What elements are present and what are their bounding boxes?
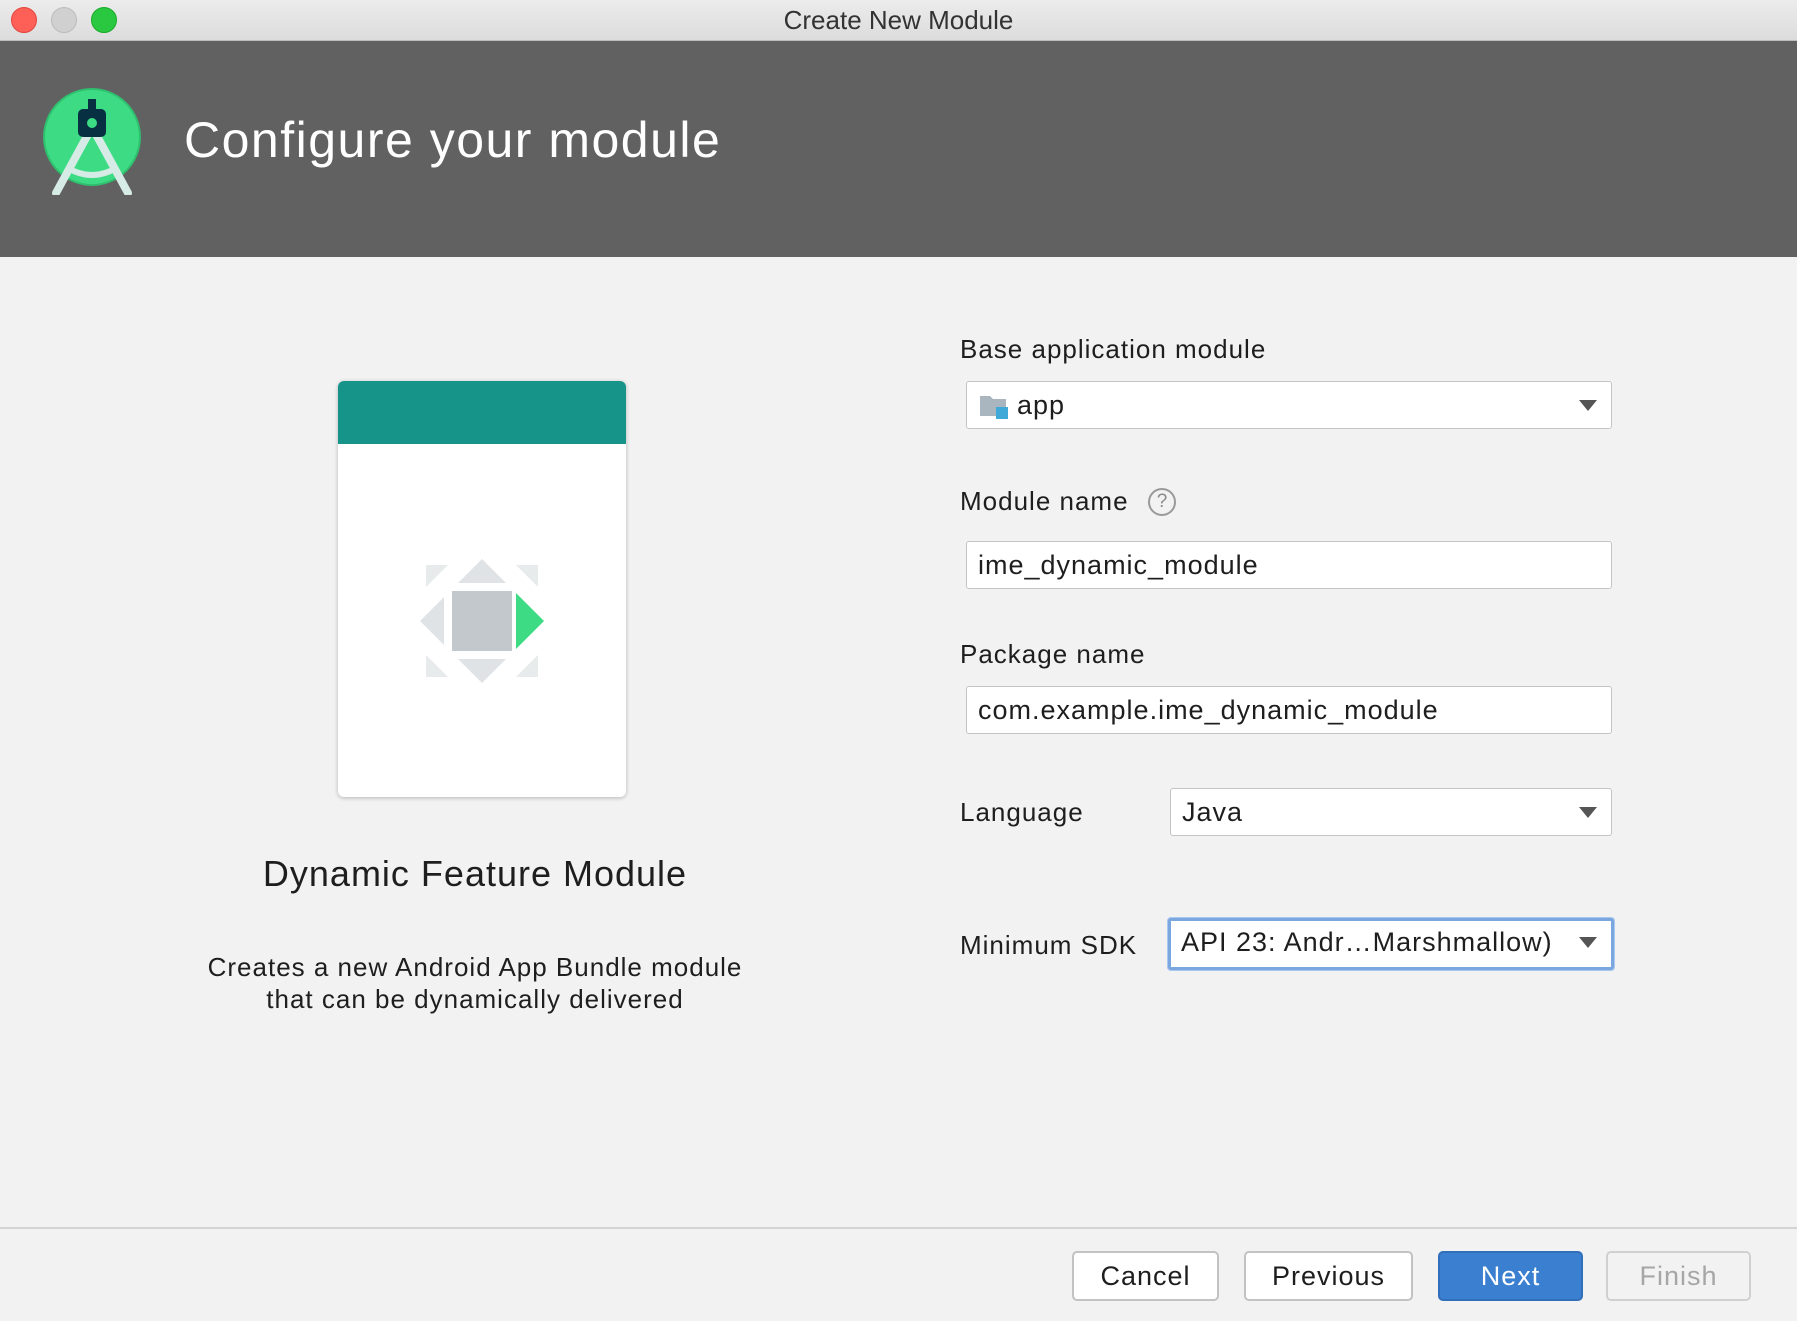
- footer-divider: [0, 1227, 1797, 1229]
- base-module-dropdown[interactable]: app: [966, 381, 1612, 429]
- module-name-label: Module name: [960, 486, 1129, 516]
- android-studio-logo-icon: [43, 88, 141, 195]
- chevron-down-icon: [1579, 400, 1597, 411]
- module-name-field[interactable]: ime_dynamic_module: [966, 541, 1612, 589]
- template-name: Dynamic Feature Module: [262, 853, 688, 894]
- page-title: Configure your module: [184, 112, 722, 168]
- minimum-sdk-value: API 23: Andr…Marshmallow): [1181, 927, 1553, 957]
- create-new-module-window: Create New Module Configure your module: [0, 0, 1797, 1321]
- finish-button[interactable]: Finish: [1606, 1251, 1751, 1301]
- help-icon[interactable]: ?: [1148, 488, 1176, 516]
- package-name-field[interactable]: com.example.ime_dynamic_module: [966, 686, 1612, 734]
- language-value: Java: [1182, 797, 1244, 827]
- chevron-down-icon: [1579, 807, 1597, 818]
- template-description: Creates a new Android App Bundle module …: [207, 952, 743, 1014]
- wizard-header: Configure your module: [0, 41, 1797, 257]
- cancel-button[interactable]: Cancel: [1072, 1251, 1219, 1301]
- language-dropdown[interactable]: Java: [1170, 788, 1612, 836]
- module-name-value: ime_dynamic_module: [978, 550, 1259, 580]
- chevron-down-icon: [1579, 937, 1597, 948]
- next-button[interactable]: Next: [1438, 1251, 1583, 1301]
- base-module-label: Base application module: [960, 334, 1267, 364]
- language-label: Language: [960, 797, 1084, 827]
- window-title: Create New Module: [783, 5, 1014, 35]
- package-name-value: com.example.ime_dynamic_module: [978, 695, 1439, 725]
- previous-button[interactable]: Previous: [1244, 1251, 1413, 1301]
- minimum-sdk-dropdown[interactable]: API 23: Andr…Marshmallow): [1168, 918, 1614, 970]
- title-bar: Create New Module: [0, 0, 1797, 41]
- module-folder-icon: [980, 396, 1008, 419]
- package-name-label: Package name: [960, 639, 1146, 669]
- template-preview-card: [338, 381, 626, 797]
- dynamic-feature-icon: [420, 559, 544, 683]
- minimum-sdk-label: Minimum SDK: [960, 930, 1138, 960]
- base-module-value: app: [1017, 390, 1066, 420]
- template-preview-app-bar: [338, 381, 626, 444]
